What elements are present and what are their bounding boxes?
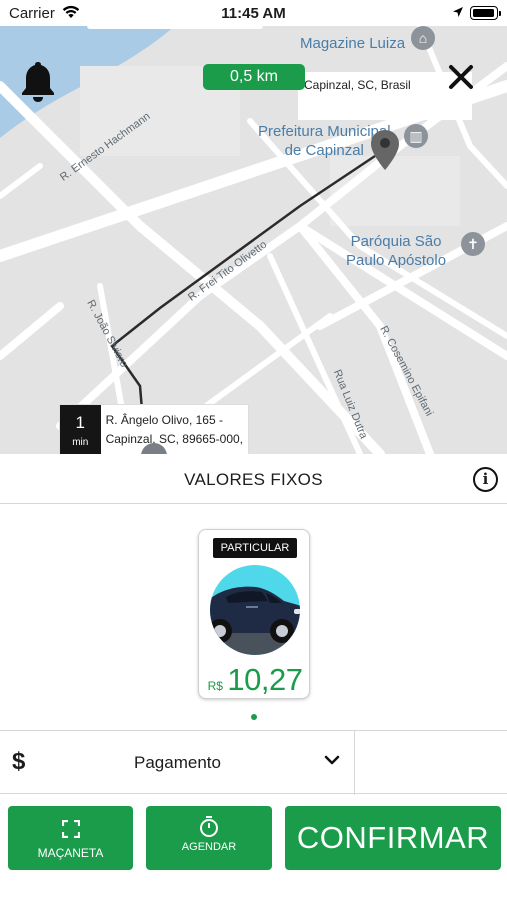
poi-label-paroquia: Paróquia São Paulo Apóstolo [346,232,446,270]
poi-label-magazine: Magazine Luiza [300,35,406,52]
notification-bell-icon[interactable] [20,60,56,102]
location-arrow-icon [453,7,463,17]
fare-panel: VALORES FIXOS i PARTICULAR R$ 10,27 $ Pa… [0,454,507,900]
origin-address-line1: R. Ângelo Olivo, 165 - [105,413,223,427]
distance-badge: 0,5 km [203,64,305,90]
shopping-bag-icon: ⌂ [411,26,435,50]
poi-prefeitura-line2: de Capinzal [284,142,364,159]
status-time: 11:45 AM [221,5,286,22]
payment-selector[interactable]: $ Pagamento [0,730,507,795]
payment-label: Pagamento [134,753,221,772]
handle-button[interactable]: MAÇANETA [8,806,133,870]
eta-value: 1 [75,413,86,432]
vehicle-category-badge: PARTICULAR [213,538,297,558]
church-cross-icon: ✝ [461,232,485,256]
origin-address: R. Ângelo Olivo, 165 - Capinzal, SC, 896… [101,405,248,454]
battery-icon [470,6,501,20]
poi-paroquia-line2: Paulo Apóstolo [346,252,447,269]
price-value: 10,27 [227,662,303,697]
chevron-down-icon[interactable] [324,755,340,765]
government-building-icon: ▥ [404,124,428,148]
confirm-label: CONFIRMAR [296,820,490,855]
status-bar: Carrier 11:45 AM [0,0,507,26]
payment-divider [354,731,355,795]
destination-address: Capinzal, SC, Brasil [304,78,411,92]
schedule-button[interactable]: AGENDAR [146,806,272,870]
schedule-label: AGENDAR [181,841,237,853]
confirm-button[interactable]: CONFIRMAR [285,806,501,870]
section-title: VALORES FIXOS [184,470,323,489]
close-icon[interactable] [446,62,476,92]
stopwatch-icon [200,816,218,837]
vehicle-card-particular[interactable]: PARTICULAR R$ 10,27 [198,529,310,699]
price-currency: R$ [207,679,223,693]
page-indicator-dot [251,714,257,720]
eta-box: 1 min [60,405,101,454]
map-view[interactable]: R. Ernesto Hachmann R. Frei Tito Olivett… [0,26,507,454]
section-header: VALORES FIXOS i [0,454,507,504]
info-icon[interactable]: i [473,467,498,492]
expand-frame-icon [62,820,80,838]
fare-price: R$ 10,27 [199,662,311,698]
origin-address-line2: Capinzal, SC, 89665-000, [105,432,243,446]
destination-pin-icon [371,130,399,170]
car-icon [210,565,300,655]
handle-label: MAÇANETA [37,846,104,860]
poi-paroquia-line1: Paróquia São [350,233,442,250]
eta-unit: min [72,437,89,448]
